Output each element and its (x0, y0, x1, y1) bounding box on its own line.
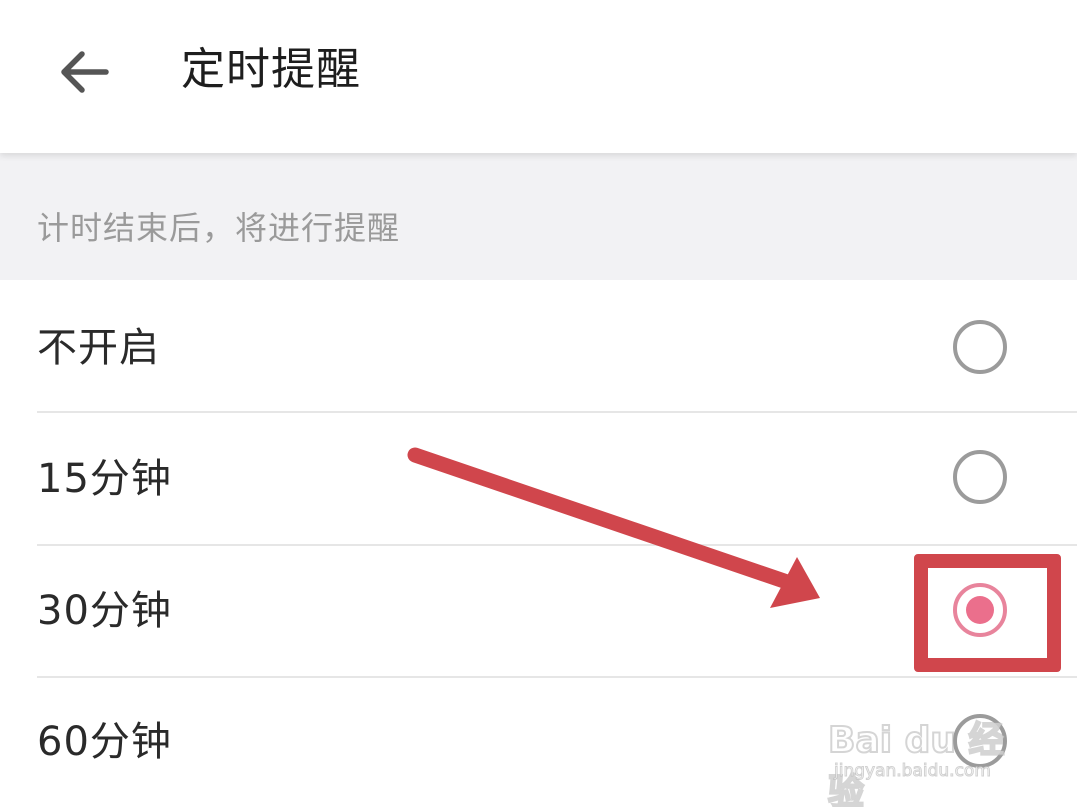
annotation-highlight-box (914, 554, 1061, 672)
watermark-url: jingyan.baidu.com (834, 761, 992, 782)
back-button[interactable] (48, 36, 120, 108)
option-label: 60分钟 (37, 719, 172, 765)
baidu-jingyan-watermark: Bai du 经验 jingyan.baidu.com (827, 695, 1028, 807)
section-description: 计时结束后，将进行提醒 (37, 209, 401, 247)
option-15min[interactable]: 15分钟 (0, 413, 1077, 545)
option-label: 不开启 (37, 325, 160, 371)
watermark-logo: Bai du 经验 (827, 719, 1006, 807)
app-header: 定时提醒 (0, 0, 1077, 153)
option-label: 30分钟 (37, 588, 172, 634)
timer-reminder-screen: 定时提醒 计时结束后，将进行提醒 不开启 15分钟 30分钟 60分钟 Bai … (0, 0, 1077, 807)
radio-15min[interactable] (953, 450, 1007, 504)
page-title: 定时提醒 (181, 44, 361, 95)
radio-off[interactable] (953, 320, 1007, 374)
arrow-left-icon (61, 51, 109, 93)
option-label: 15分钟 (37, 456, 172, 502)
option-off[interactable]: 不开启 (0, 280, 1077, 412)
